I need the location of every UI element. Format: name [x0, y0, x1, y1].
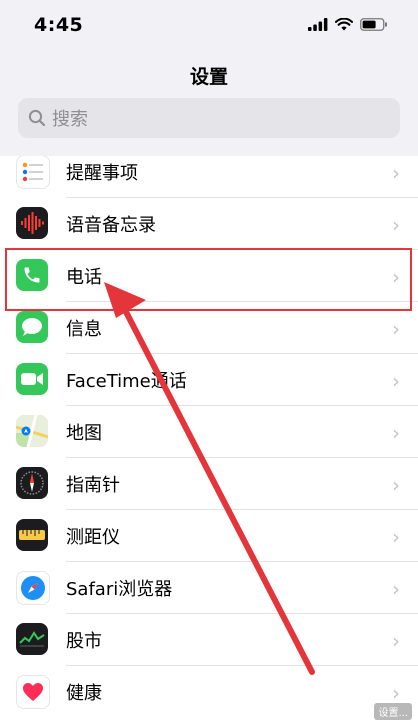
watermark: 设置...: [374, 703, 412, 720]
wifi-icon: [335, 18, 353, 31]
settings-row-label: FaceTime通话: [66, 371, 187, 392]
settings-row-label: 电话: [66, 267, 102, 288]
chevron-right-icon: ›: [392, 265, 400, 289]
voice-memos-icon: [16, 207, 48, 239]
settings-row-messages[interactable]: 信息 ›: [0, 302, 418, 354]
settings-row-reminders[interactable]: 提醒事项 ›: [0, 156, 418, 198]
settings-row-label: 语音备忘录: [66, 215, 156, 236]
chevron-right-icon: ›: [392, 213, 400, 237]
settings-row-maps[interactable]: 地图 ›: [0, 406, 418, 458]
status-bar: 4:45: [0, 0, 418, 50]
measure-icon: [16, 519, 48, 551]
messages-icon: [16, 311, 48, 343]
settings-row-label: 提醒事项: [66, 163, 138, 184]
settings-row-label: 测距仪: [66, 527, 120, 548]
chevron-right-icon: ›: [392, 161, 400, 185]
facetime-icon: [16, 363, 48, 395]
settings-row-facetime[interactable]: FaceTime通话 ›: [0, 354, 418, 406]
settings-row-label: Safari浏览器: [66, 579, 173, 600]
settings-row-label: 健康: [66, 683, 102, 704]
chevron-right-icon: ›: [392, 577, 400, 601]
search-icon: [28, 109, 46, 127]
settings-row-label: 指南针: [66, 475, 120, 496]
compass-icon: [16, 467, 48, 499]
cellular-signal-icon: [308, 18, 328, 31]
chevron-right-icon: ›: [392, 421, 400, 445]
chevron-right-icon: ›: [392, 369, 400, 393]
settings-row-voice-memos[interactable]: 语音备忘录 ›: [0, 198, 418, 250]
health-icon: [16, 675, 50, 709]
stocks-icon: [16, 623, 48, 655]
maps-icon: [16, 415, 48, 447]
chevron-right-icon: ›: [392, 473, 400, 497]
settings-row-stocks[interactable]: 股市 ›: [0, 614, 418, 666]
settings-row-label: 股市: [66, 631, 102, 652]
settings-row-label: 信息: [66, 319, 102, 340]
chevron-right-icon: ›: [392, 317, 400, 341]
chevron-right-icon: ›: [392, 525, 400, 549]
safari-icon: [16, 571, 50, 605]
settings-row-phone[interactable]: 电话 ›: [0, 250, 418, 302]
settings-row-measure[interactable]: 测距仪 ›: [0, 510, 418, 562]
search-field[interactable]: 搜索: [18, 98, 400, 138]
search-placeholder: 搜索: [52, 109, 88, 130]
reminders-icon: [16, 156, 50, 189]
settings-row-compass[interactable]: 指南针 ›: [0, 458, 418, 510]
settings-row-health[interactable]: 健康 ›: [0, 666, 418, 718]
settings-row-safari[interactable]: Safari浏览器 ›: [0, 562, 418, 614]
settings-list: 提醒事项 › 语音备忘录 › 电话 › 信息 › FaceTime通话 › 地图…: [0, 156, 418, 726]
settings-row-label: 地图: [66, 423, 102, 444]
phone-icon: [16, 259, 48, 291]
chevron-right-icon: ›: [392, 629, 400, 653]
status-icons: [308, 18, 388, 31]
chevron-right-icon: ›: [392, 681, 400, 705]
battery-icon: [360, 18, 387, 31]
page-title: 设置: [189, 66, 228, 88]
status-time: 4:45: [34, 14, 84, 36]
